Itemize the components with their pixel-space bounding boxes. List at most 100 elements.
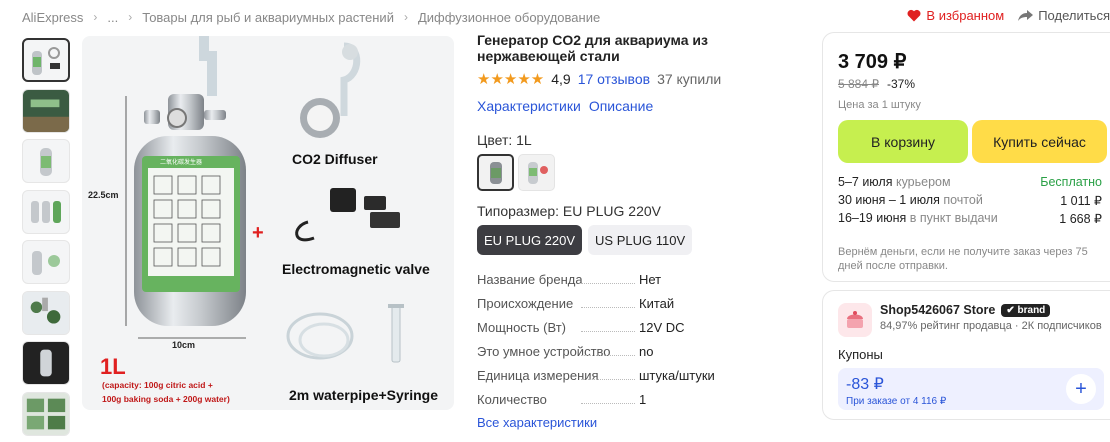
delivery-date: 16–19 июня	[838, 211, 907, 225]
purchase-buttons: В корзину Купить сейчас	[838, 120, 1110, 163]
chevron-right-icon: ›	[128, 10, 133, 24]
size-label: Типоразмер: EU PLUG 220V	[477, 203, 661, 219]
capacity-line-2: 100g baking soda + 200g water)	[102, 394, 230, 404]
star-rating-icon: ★★★★★	[477, 71, 545, 88]
thumbnail-4[interactable]	[22, 189, 70, 234]
heart-icon	[907, 9, 921, 22]
delivery-price: 1 668 ₽	[1059, 211, 1102, 226]
discount-badge: -37%	[887, 77, 916, 91]
color-swatches	[477, 154, 807, 191]
delivery-method: почтой	[939, 193, 983, 207]
thumbnail-8[interactable]	[22, 391, 70, 436]
property-row: Мощность (Вт) 12V DC	[477, 315, 807, 339]
property-row: Единица измерения штука/штуки	[477, 363, 807, 387]
color-label: Цвет: 1L	[477, 132, 532, 148]
chevron-right-icon: ›	[93, 10, 98, 24]
old-price: 5 884 ₽	[838, 77, 879, 91]
breadcrumb-ellipsis[interactable]: ...	[107, 10, 118, 25]
tab-description[interactable]: Описание	[589, 98, 653, 114]
property-key: Это умное устройство	[477, 343, 611, 359]
price: 3 709 ₽	[838, 51, 907, 73]
delivery-date: 30 июня – 1 июля	[838, 193, 940, 207]
product-main-image[interactable]: 二氧化碳发生器 22.5cm 10cm 1L (capacity: 100g c…	[82, 36, 454, 410]
pipe-label: 2m waterpipe+Syringe	[289, 387, 438, 403]
buy-now-button[interactable]: Купить сейчас	[972, 120, 1107, 163]
store-rating: 84,97% рейтинг продавца	[880, 320, 1012, 332]
properties-list: Название бренда Нет Происхождение Китай Мо…	[477, 267, 807, 411]
thumbnail-1[interactable]	[22, 38, 70, 82]
property-row: Это умное устройство no	[477, 339, 807, 363]
size-options: EU PLUG 220V US PLUG 110V	[477, 225, 807, 255]
brand-badge: ✔ brand	[1001, 303, 1051, 317]
property-value: Нет	[639, 271, 662, 287]
top-actions: В избранном Поделиться	[907, 8, 1110, 23]
thumbnail-6[interactable]	[22, 290, 70, 335]
store-header[interactable]: Shop5426067 Store ✔ brand 84,97% рейтинг…	[838, 303, 1110, 337]
diffuser-label: CO2 Diffuser	[292, 151, 378, 167]
property-key: Мощность (Вт)	[477, 319, 567, 335]
property-key: Количество	[477, 391, 547, 407]
delivery-price: Бесплатно	[1040, 175, 1102, 189]
all-properties-link[interactable]: Все характеристики	[477, 415, 807, 430]
property-value: 1	[639, 391, 647, 407]
coupon-condition: При заказе от 4 116 ₽	[846, 396, 947, 407]
property-value: 12V DC	[639, 319, 685, 335]
coupons-label: Купоны	[838, 347, 883, 362]
reviews-link[interactable]: 17 отзывов	[578, 71, 650, 87]
delivery-options: 5–7 июля курьером Бесплатно 30 июня – 1 …	[838, 173, 1110, 227]
size-option-us[interactable]: US PLUG 110V	[588, 225, 693, 255]
coupon-card[interactable]: -83 ₽ При заказе от 4 116 ₽ +	[838, 368, 1104, 410]
size-big-label: 1L	[100, 354, 126, 379]
store-name: Shop5426067 Store	[880, 303, 996, 317]
old-price-row: 5 884 ₽ -37%	[838, 77, 1110, 91]
buy-box: 3 709 ₽ 5 884 ₽ -37% Цена за 1 штуку В к…	[822, 32, 1110, 282]
height-dimension: 22.5cm	[88, 190, 119, 200]
property-key: Происхождение	[477, 295, 574, 311]
thumbnail-5[interactable]	[22, 240, 70, 284]
tab-characteristics[interactable]: Характеристики	[477, 98, 581, 114]
delivery-row[interactable]: 16–19 июня в пункт выдачи 1 668 ₽	[838, 209, 1110, 227]
verified-icon: ✔	[1006, 304, 1018, 316]
plus-sign: +	[252, 222, 264, 244]
property-value: Китай	[639, 295, 675, 311]
add-coupon-button[interactable]: +	[1066, 374, 1096, 404]
share-icon	[1018, 9, 1034, 21]
delivery-row[interactable]: 30 июня – 1 июля почтой 1 011 ₽	[838, 191, 1110, 209]
capacity-line-1: (capacity: 100g citric acid +	[102, 380, 213, 390]
delivery-method: курьером	[892, 175, 951, 189]
thumbnail-2[interactable]	[22, 88, 70, 133]
color-swatch-1l[interactable]	[477, 154, 514, 191]
chevron-right-icon: ›	[403, 10, 408, 24]
breadcrumb-aliexpress[interactable]: AliExpress	[22, 10, 83, 25]
info-tabs: Характеристики Описание	[477, 98, 807, 114]
width-dimension: 10cm	[172, 340, 195, 350]
favorite-label: В избранном	[926, 8, 1005, 23]
property-key: Единица измерения	[477, 367, 599, 383]
property-row: Количество 1	[477, 387, 807, 411]
delivery-method: в пункт выдачи	[906, 211, 998, 225]
property-row: Происхождение Китай	[477, 291, 807, 315]
thumbnail-7[interactable]	[22, 341, 70, 385]
product-info: Генератор CO2 для аквариума из нержавеющ…	[477, 32, 807, 430]
brand-badge-label: brand	[1017, 304, 1046, 316]
size-option-eu[interactable]: EU PLUG 220V	[477, 225, 583, 255]
delivery-date: 5–7 июля	[838, 175, 893, 189]
rating-row: ★★★★★ 4,9 17 отзывов 37 купили	[477, 70, 807, 88]
store-logo	[838, 303, 872, 337]
refund-note: Вернём деньги, если не получите заказ че…	[838, 246, 1088, 272]
purchases-count: 37 купили	[657, 71, 722, 87]
favorite-button[interactable]: В избранном	[907, 8, 1004, 23]
breadcrumb: AliExpress › ... › Товары для рыб и аква…	[22, 8, 600, 26]
property-key: Название бренда	[477, 271, 583, 287]
svg-text:二氧化碳发生器: 二氧化碳发生器	[160, 158, 202, 166]
share-button[interactable]: Поделиться	[1018, 8, 1110, 23]
dot-separator: ·	[1014, 320, 1022, 332]
color-swatch-2[interactable]	[518, 154, 555, 191]
breadcrumb-diffusion[interactable]: Диффузионное оборудование	[418, 10, 600, 25]
breadcrumb-fish-plants[interactable]: Товары для рыб и аквариумных растений	[142, 10, 394, 25]
thumbnail-3[interactable]	[22, 139, 70, 183]
valve-label: Electromagnetic valve	[282, 261, 430, 277]
add-to-cart-button[interactable]: В корзину	[838, 120, 968, 163]
delivery-row[interactable]: 5–7 июля курьером Бесплатно	[838, 173, 1110, 191]
product-title: Генератор CO2 для аквариума из нержавеющ…	[477, 32, 708, 64]
